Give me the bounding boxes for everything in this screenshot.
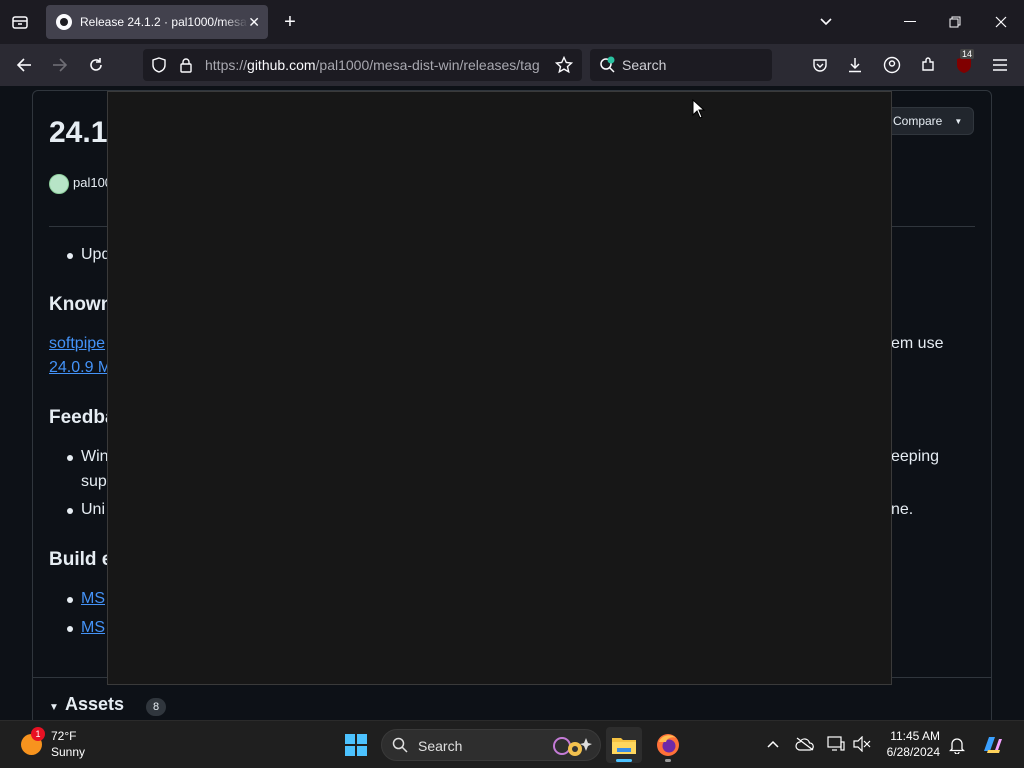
ublock-icon[interactable]: 14 [954, 49, 975, 75]
account-icon[interactable] [882, 55, 902, 75]
bullet [67, 253, 73, 259]
network-icon[interactable] [826, 735, 846, 753]
restore-icon[interactable] [943, 12, 967, 32]
clock-date[interactable]: 6/28/2024 [880, 745, 940, 759]
forward-icon[interactable] [48, 55, 72, 75]
menu-icon[interactable] [990, 55, 1010, 75]
bullet [67, 597, 73, 603]
chevron-down-icon[interactable] [814, 12, 838, 32]
pocket-icon[interactable] [810, 55, 830, 75]
close-tab-icon[interactable]: ✕ [248, 14, 260, 31]
file-explorer-icon[interactable] [606, 727, 642, 763]
active-indicator [616, 759, 632, 762]
lock-icon[interactable] [179, 57, 193, 73]
windows-start-icon[interactable] [345, 734, 367, 756]
extensions-icon[interactable] [918, 55, 938, 75]
taskbar-search[interactable]: Search [381, 729, 601, 761]
github-icon [56, 14, 72, 30]
shield-icon[interactable] [151, 57, 167, 73]
cloud-offline-icon[interactable] [795, 735, 815, 753]
build-link-2[interactable]: MS [81, 619, 105, 637]
minimize-icon[interactable] [898, 12, 922, 32]
assets-heading[interactable]: Assets [65, 694, 124, 715]
address-bar[interactable]: https://github.com/pal1000/mesa-dist-win… [143, 49, 582, 81]
reload-icon[interactable] [84, 55, 108, 75]
close-window-icon[interactable] [989, 12, 1013, 32]
navigation-toolbar: https://github.com/pal1000/mesa-dist-win… [0, 44, 1024, 86]
tab-release[interactable]: Release 24.1.2 · pal1000/mesa-dist-win ✕ [46, 5, 268, 39]
running-indicator [665, 759, 671, 762]
search-icon [392, 737, 408, 758]
caret-down-icon: ▼ [954, 116, 963, 126]
compare-label: Compare [893, 114, 943, 128]
feedback-heading: Feedba [49, 407, 116, 428]
notification-bell-icon[interactable] [947, 735, 967, 755]
build-heading: Build e [49, 549, 113, 570]
feedback-item-1-line2: sup [81, 473, 107, 490]
browser-tab-bar: Release 24.1.2 · pal1000/mesa-dist-win ✕… [0, 0, 1024, 44]
bullet [67, 626, 73, 632]
back-icon[interactable] [12, 55, 36, 75]
tab-list-icon[interactable] [8, 12, 32, 32]
clock-time[interactable]: 11:45 AM [886, 729, 940, 743]
search-highlight-icon [548, 734, 592, 758]
feedback-item-2: Uni [81, 501, 106, 518]
compare-button[interactable]: Compare ▼ [881, 107, 974, 135]
assets-count-badge: 8 [146, 698, 166, 716]
feedback-item-1-tail: eeping [891, 448, 940, 465]
search-placeholder: Search [622, 57, 667, 73]
version-link[interactable]: 24.0.9 M [49, 359, 111, 377]
update-text: Upd [81, 246, 111, 263]
build-link-1[interactable]: MS [81, 590, 105, 608]
bullet [67, 455, 73, 461]
known-text-tail: em use [891, 335, 944, 352]
search-icon [599, 56, 617, 74]
blank-popup-overlay[interactable] [107, 91, 892, 685]
weather-condition: Sunny [51, 745, 86, 759]
softpipe-link[interactable]: softpipe [49, 335, 105, 353]
temperature: 72°F [51, 729, 77, 743]
star-icon[interactable] [555, 56, 573, 74]
volume-muted-icon[interactable] [852, 735, 872, 753]
ublock-badge: 14 [960, 49, 975, 59]
known-issues-heading: Known [49, 294, 113, 315]
search-box[interactable]: Search [590, 49, 772, 81]
tab-title: Release 24.1.2 · pal1000/mesa-dist-win [80, 15, 248, 29]
triangle-down-icon[interactable]: ▼ [49, 702, 59, 713]
bullet [67, 508, 73, 514]
chevron-up-icon[interactable] [764, 735, 782, 753]
feedback-item-2-tail: ne. [891, 501, 914, 518]
feedback-item-1: Win [81, 448, 109, 465]
windows-taskbar: 1 72°F Sunny Search 11:45 AM 6/28/2024 [0, 720, 1024, 768]
release-title: 24.1 [49, 116, 108, 149]
url-text[interactable]: https://github.com/pal1000/mesa-dist-win… [205, 57, 545, 73]
weather-badge: 1 [31, 727, 45, 741]
taskbar-search-label: Search [418, 738, 463, 754]
avatar[interactable] [49, 174, 69, 194]
new-tab-icon[interactable]: + [278, 11, 302, 33]
copilot-icon[interactable] [980, 733, 1004, 757]
firefox-icon[interactable] [650, 727, 686, 763]
mouse-cursor-icon [692, 98, 706, 119]
download-icon[interactable] [845, 55, 865, 75]
